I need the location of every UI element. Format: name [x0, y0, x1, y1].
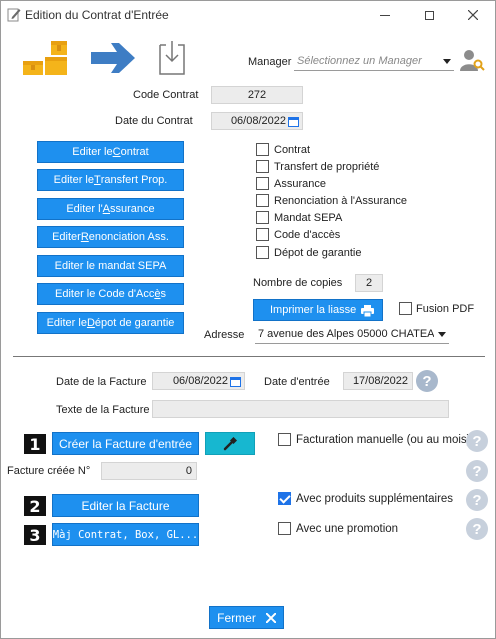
checkbox-assurance-label: Assurance — [274, 178, 326, 190]
manager-label: Manager — [248, 56, 292, 68]
promotion-label: Avec une promotion — [296, 523, 399, 535]
copies-label: Nombre de copies — [253, 277, 343, 289]
entry-date-field[interactable]: 17/08/2022 — [343, 372, 413, 390]
title-bar: Edition du Contrat d'Entrée — [1, 1, 495, 29]
help-icon[interactable]: ? — [466, 489, 488, 511]
code-contrat-field[interactable]: 272 — [211, 86, 303, 104]
edit-icon — [7, 8, 21, 22]
checkbox-code-acces-label: Code d'accès — [274, 229, 341, 241]
help-icon[interactable]: ? — [466, 460, 488, 482]
edit-sepa-button[interactable]: Editer le mandat SEPA — [37, 255, 184, 277]
date-contrat-label: Date du Contrat — [115, 115, 193, 127]
checkbox-renonciation[interactable] — [256, 194, 269, 207]
invoice-tool-button[interactable] — [205, 432, 255, 455]
fusion-pdf-checkbox[interactable] — [399, 302, 412, 315]
section-divider — [13, 356, 485, 357]
step-3-badge: 3 — [24, 525, 46, 545]
checkbox-code-acces[interactable] — [256, 228, 269, 241]
checkbox-sepa-label: Mandat SEPA — [274, 212, 343, 224]
invoice-created-field[interactable]: 0 — [101, 462, 197, 480]
invoice-text-field[interactable] — [152, 400, 449, 418]
invoice-date-value: 06/08/2022 — [172, 375, 228, 387]
minimize-icon — [380, 14, 390, 16]
arrow-right-icon — [91, 43, 135, 73]
checkbox-depot-label: Dépot de garantie — [274, 247, 362, 259]
user-key-icon[interactable] — [459, 48, 485, 72]
manual-billing-checkbox[interactable] — [278, 433, 291, 446]
magic-wand-icon — [223, 436, 237, 450]
date-contrat-value: 06/08/2022 — [230, 115, 286, 127]
minimize-button[interactable] — [363, 1, 407, 29]
edit-renunciation-button[interactable]: Editer Renonciation Ass. — [37, 226, 184, 248]
maximize-button[interactable] — [407, 1, 451, 29]
fusion-pdf-label: Fusion PDF — [416, 303, 475, 315]
invoice-created-label: Facture créée N° — [7, 465, 91, 477]
print-bundle-button[interactable]: Imprimer la liasse — [253, 299, 383, 321]
edit-deposit-button[interactable]: Editer le Dépot de garantie — [37, 312, 184, 334]
checkbox-transfert[interactable] — [256, 160, 269, 173]
close-icon — [468, 10, 478, 20]
date-contrat-field[interactable]: 06/08/2022 — [211, 112, 303, 130]
checkbox-assurance[interactable] — [256, 177, 269, 190]
step-2-badge: 2 — [24, 496, 46, 516]
create-invoice-button[interactable]: Créer la Facture d'entrée — [52, 432, 199, 455]
promotion-checkbox[interactable] — [278, 522, 291, 535]
copies-field[interactable]: 2 — [355, 274, 383, 292]
contract-edit-window: Edition du Contrat d'Entrée Manager Séle… — [0, 0, 496, 639]
address-value: 7 avenue des Alpes 05000 CHATEAUVIE — [258, 328, 434, 340]
help-icon[interactable]: ? — [416, 370, 438, 392]
edit-invoice-button[interactable]: Editer la Facture — [52, 494, 199, 517]
close-dialog-button[interactable]: Fermer — [209, 606, 284, 629]
edit-access-code-button[interactable]: Editer le Code d'Acc è s — [37, 283, 184, 305]
help-icon[interactable]: ? — [466, 518, 488, 540]
boxes-icon — [23, 41, 67, 75]
manager-placeholder: Sélectionnez un Manager — [297, 55, 422, 67]
edit-insurance-button[interactable]: Editer l' Assurance — [37, 198, 184, 220]
printer-icon — [361, 305, 374, 317]
invoice-date-label: Date de la Facture — [56, 376, 147, 388]
checkbox-sepa[interactable] — [256, 211, 269, 224]
help-icon[interactable]: ? — [466, 430, 488, 452]
extra-products-checkbox[interactable] — [278, 492, 291, 505]
code-contrat-label: Code Contrat — [133, 89, 199, 101]
calendar-icon[interactable] — [288, 116, 299, 127]
calendar-icon[interactable] — [230, 376, 241, 387]
edit-contract-button[interactable]: Editer le Contrat — [37, 141, 184, 163]
checkbox-renonciation-label: Renonciation à l'Assurance — [274, 195, 407, 207]
checkbox-contrat[interactable] — [256, 143, 269, 156]
checkbox-depot[interactable] — [256, 246, 269, 259]
tray-download-icon — [159, 41, 185, 75]
invoice-text-label: Texte de la Facture — [56, 404, 150, 416]
update-contract-button[interactable]: Màj Contrat, Box, GL... — [52, 523, 199, 546]
invoice-date-field[interactable]: 06/08/2022 — [152, 372, 245, 390]
entry-date-label: Date d'entrée — [264, 376, 330, 388]
address-select[interactable]: 7 avenue des Alpes 05000 CHATEAUVIE — [255, 325, 449, 344]
chevron-down-icon — [443, 59, 451, 64]
maximize-icon — [424, 10, 434, 20]
edit-transfer-button[interactable]: Editer le Transfert Prop. — [37, 169, 184, 191]
manual-billing-label: Facturation manuelle (ou au mois) — [296, 434, 471, 446]
extra-products-label: Avec produits supplémentaires — [296, 493, 454, 505]
address-label: Adresse — [204, 329, 245, 341]
close-window-button[interactable] — [451, 1, 495, 29]
window-title: Edition du Contrat d'Entrée — [25, 8, 169, 22]
close-x-icon — [265, 612, 276, 623]
checkbox-transfert-label: Transfert de propriété — [274, 161, 380, 173]
checkbox-contrat-label: Contrat — [274, 144, 311, 156]
manager-select[interactable]: Sélectionnez un Manager — [294, 52, 454, 71]
chevron-down-icon — [438, 332, 446, 337]
step-1-badge: 1 — [24, 434, 46, 454]
